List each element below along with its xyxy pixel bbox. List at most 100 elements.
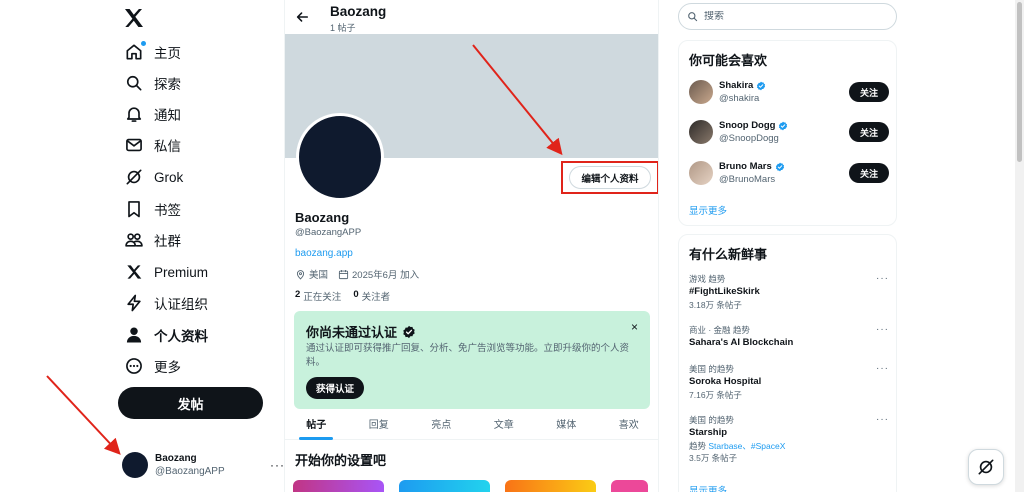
nav-item-notifications[interactable]: 通知 xyxy=(124,101,274,127)
home-icon xyxy=(124,41,146,62)
user-handle: @shakira xyxy=(719,93,760,104)
trend-meta: 商业 · 金融 趋势 xyxy=(689,325,750,335)
setup-card[interactable] xyxy=(504,480,596,492)
nav-item-verified-orgs[interactable]: 认证组织 xyxy=(124,290,274,316)
close-icon[interactable]: × xyxy=(631,320,638,334)
back-arrow-icon[interactable] xyxy=(295,10,309,24)
trend-meta: 美国 的趋势 xyxy=(689,415,734,425)
show-more-link[interactable]: 显示更多 xyxy=(689,203,727,217)
trend-item[interactable]: 美国 的趋势 Soroka Hospital 7.16万 条帖子 ··· xyxy=(689,363,889,401)
nav-item-premium[interactable]: Premium xyxy=(124,259,274,285)
tab-replies[interactable]: 回复 xyxy=(348,412,411,439)
location-icon xyxy=(296,269,305,280)
right-sidebar: 你可能会喜欢 Shakira @shakira 关注 Snoop Dogg @S… xyxy=(677,0,898,492)
follow-button[interactable]: 关注 xyxy=(849,163,889,183)
search-box[interactable] xyxy=(678,3,897,30)
suggested-user[interactable]: Snoop Dogg @SnoopDogg 关注 xyxy=(689,117,889,147)
nav-label-messages: 私信 xyxy=(154,139,181,154)
nav-item-grok[interactable]: Grok xyxy=(124,164,274,190)
nav-label-explore: 探索 xyxy=(154,77,181,92)
search-input[interactable] xyxy=(704,11,884,22)
tab-posts[interactable]: 帖子 xyxy=(285,412,348,440)
search-icon xyxy=(688,12,698,22)
grok-icon xyxy=(124,167,144,187)
more-dots-icon[interactable]: ··· xyxy=(876,414,889,425)
followers-link[interactable]: 0 关注者 xyxy=(353,289,390,303)
follow-button[interactable]: 关注 xyxy=(849,122,889,142)
bell-icon xyxy=(124,104,144,124)
more-dots-icon[interactable]: ··· xyxy=(876,363,889,374)
more-circle-icon xyxy=(124,356,144,376)
account-switcher[interactable]: Baozang @BaozangAPP ··· xyxy=(122,449,285,481)
setup-card[interactable] xyxy=(610,480,648,492)
profile-name: Baozang xyxy=(295,210,350,225)
bookmark-icon xyxy=(124,199,144,219)
user-handle: @BrunoMars xyxy=(719,174,776,185)
trend-related: 趋势 Starbase、#SpaceX xyxy=(689,440,889,452)
nav-label-home: 主页 xyxy=(154,46,181,61)
search-icon xyxy=(124,73,144,93)
show-more-link[interactable]: 显示更多 xyxy=(689,483,727,492)
setup-card[interactable] xyxy=(398,480,490,492)
x-logo-icon[interactable] xyxy=(122,6,146,30)
profile-website-link[interactable]: baozang.app xyxy=(295,248,353,259)
trend-item[interactable]: 商业 · 金融 趋势 Sahara's AI Blockchain ··· xyxy=(689,324,889,350)
profile-tabs: 帖子 回复 亮点 文章 媒体 喜欢 xyxy=(285,412,659,440)
trend-count: 7.16万 条帖子 xyxy=(689,390,742,400)
trend-item[interactable]: 美国 的趋势 Starship 趋势 Starbase、#SpaceX 3.5万… xyxy=(689,414,889,464)
verification-title-text: 你尚未通过认证 xyxy=(306,325,398,340)
profile-follow-stats: 2 正在关注 0 关注者 xyxy=(295,289,390,303)
profile-joined: 2025年6月 加入 xyxy=(352,270,420,281)
nav-item-more[interactable]: 更多 xyxy=(124,353,274,379)
person-icon xyxy=(124,325,144,345)
trend-count: 3.18万 条帖子 xyxy=(689,300,742,310)
verified-badge-icon xyxy=(775,162,784,171)
suggested-user[interactable]: Bruno Mars @BrunoMars 关注 xyxy=(689,158,889,188)
grok-floating-button[interactable] xyxy=(968,449,1004,485)
tab-highlights[interactable]: 亮点 xyxy=(410,412,473,439)
nav-item-communities[interactable]: 社群 xyxy=(124,227,274,253)
nav-label-more: 更多 xyxy=(154,360,181,375)
get-verified-button[interactable]: 获得认证 xyxy=(306,377,364,399)
trend-related-links[interactable]: Starbase、#SpaceX xyxy=(708,441,785,451)
verification-title: 你尚未通过认证 xyxy=(306,322,416,341)
nav-label-profile: 个人资料 xyxy=(154,329,208,344)
grok-icon xyxy=(978,459,994,475)
tab-media[interactable]: 媒体 xyxy=(535,412,598,439)
verified-badge-icon xyxy=(779,121,788,130)
x-premium-icon xyxy=(124,262,144,282)
account-handle: @BaozangAPP xyxy=(155,466,225,477)
suggested-user[interactable]: Shakira @shakira 关注 xyxy=(689,77,889,107)
trend-meta: 游戏 趋势 xyxy=(689,274,726,284)
trend-item[interactable]: 游戏 趋势 #FightLikeSkirk 3.18万 条帖子 ··· xyxy=(689,273,889,311)
tab-likes[interactable]: 喜欢 xyxy=(598,412,659,439)
profile-avatar[interactable] xyxy=(296,113,384,201)
more-dots-icon[interactable]: ··· xyxy=(270,458,285,472)
nav-item-profile[interactable]: 个人资料 xyxy=(124,322,274,348)
trend-related-prefix: 趋势 xyxy=(689,441,707,451)
scrollbar-thumb[interactable] xyxy=(1017,2,1022,162)
nav-label-bookmarks: 书签 xyxy=(154,203,181,218)
verified-badge-icon xyxy=(403,325,415,338)
nav-item-bookmarks[interactable]: 书签 xyxy=(124,196,274,222)
nav-item-explore[interactable]: 探索 xyxy=(124,70,274,96)
more-dots-icon[interactable]: ··· xyxy=(876,273,889,284)
more-dots-icon[interactable]: ··· xyxy=(876,324,889,335)
trend-count: 3.5万 条帖子 xyxy=(689,453,738,463)
following-link[interactable]: 2 正在关注 xyxy=(295,289,341,303)
tab-articles[interactable]: 文章 xyxy=(473,412,536,439)
nav-item-messages[interactable]: 私信 xyxy=(124,132,274,158)
trends-panel: 有什么新鲜事 游戏 趋势 #FightLikeSkirk 3.18万 条帖子 ·… xyxy=(678,234,897,492)
highlight-box xyxy=(561,161,658,194)
setup-card[interactable] xyxy=(293,480,384,492)
scrollbar[interactable] xyxy=(1015,0,1024,492)
profile-column: Baozang 1 帖子 编辑个人资料 Baozang @BaozangAPP … xyxy=(284,0,659,492)
post-button[interactable]: 发帖 xyxy=(118,387,263,419)
nav-item-home[interactable]: 主页 xyxy=(124,39,274,65)
avatar xyxy=(689,80,713,104)
mail-icon xyxy=(124,135,144,155)
account-name: Baozang xyxy=(155,453,197,464)
setup-title: 开始你的设置吧 xyxy=(295,453,387,468)
nav-label-grok: Grok xyxy=(154,169,184,185)
follow-button[interactable]: 关注 xyxy=(849,82,889,102)
